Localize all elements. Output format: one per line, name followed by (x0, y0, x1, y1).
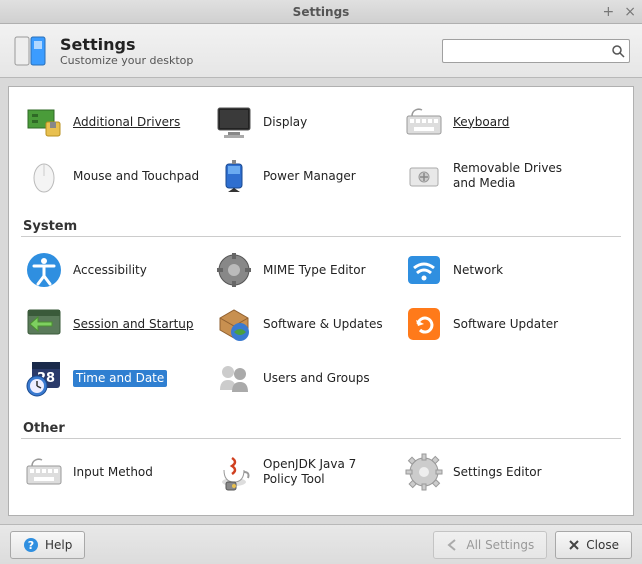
updater-icon (403, 303, 445, 345)
search-icon (611, 44, 625, 58)
settings-item-mime-type-editor[interactable]: MIME Type Editor (207, 243, 397, 297)
settings-item-label: MIME Type Editor (263, 263, 366, 278)
search-input-wrap[interactable] (442, 39, 630, 63)
close-button[interactable]: Close (555, 531, 632, 559)
help-button-label: Help (45, 538, 72, 552)
settings-app-icon (12, 32, 50, 70)
settings-item-mouse-and-touchpad[interactable]: Mouse and Touchpad (17, 149, 207, 203)
help-button[interactable]: ? Help (10, 531, 85, 559)
footer-bar: ? Help All Settings Close (0, 524, 642, 564)
settings-item-label: Software Updater (453, 317, 558, 332)
settings-item-label: Removable Drives and Media (453, 161, 581, 191)
window-title: Settings (293, 5, 350, 19)
settings-item-label: Mouse and Touchpad (73, 169, 199, 184)
settings-item-users-and-groups[interactable]: Users and Groups (207, 351, 397, 405)
settings-item-label: Network (453, 263, 503, 278)
drivers-icon (23, 101, 65, 143)
all-settings-button: All Settings (433, 531, 547, 559)
mime-icon (213, 249, 255, 291)
settings-item-label: Keyboard (453, 115, 509, 130)
settings-item-network[interactable]: Network (397, 243, 587, 297)
svg-text:?: ? (28, 539, 34, 552)
settings-item-label: Accessibility (73, 263, 147, 278)
settings-item-time-and-date[interactable]: 28 Time and Date (17, 351, 207, 405)
display-icon (213, 101, 255, 143)
settings-item-software-updater[interactable]: Software Updater (397, 297, 587, 351)
category-hardware-grid: Additional Drivers Display Keyboard Mouse a… (17, 95, 625, 203)
settings-item-label: Session and Startup (73, 317, 194, 332)
settings-item-accessibility[interactable]: Accessibility (17, 243, 207, 297)
accessibility-icon (23, 249, 65, 291)
network-icon (403, 249, 445, 291)
settings-item-display[interactable]: Display (207, 95, 397, 149)
window-minimize-icon[interactable]: + (603, 4, 615, 20)
window-close-icon[interactable]: × (624, 4, 636, 20)
settings-item-label: Time and Date (73, 370, 167, 387)
settings-item-removable-drives-and-media[interactable]: Removable Drives and Media (397, 149, 587, 203)
settings-item-label: Power Manager (263, 169, 356, 184)
page-subtitle: Customize your desktop (60, 54, 193, 67)
category-system-label: System (21, 213, 621, 237)
settings-content: Additional Drivers Display Keyboard Mouse a… (8, 86, 634, 516)
back-arrow-icon (446, 538, 460, 552)
page-title: Settings (60, 35, 193, 54)
settings-item-keyboard[interactable]: Keyboard (397, 95, 587, 149)
category-system-grid: Accessibility MIME Type Editor Network Sess… (17, 243, 625, 405)
close-button-label: Close (586, 538, 619, 552)
settings-item-label: Software & Updates (263, 317, 383, 332)
settings-item-openjdk-java-7-policy-tool[interactable]: OpenJDK Java 7 Policy Tool (207, 445, 397, 499)
settings-item-label: Settings Editor (453, 465, 542, 480)
all-settings-label: All Settings (466, 538, 534, 552)
settings-item-label: Display (263, 115, 307, 130)
settings-item-label: Input Method (73, 465, 153, 480)
keyboard-icon (23, 451, 65, 493)
settings-item-additional-drivers[interactable]: Additional Drivers (17, 95, 207, 149)
window-titlebar: Settings + × (0, 0, 642, 24)
search-input[interactable] (447, 44, 611, 58)
settings-item-input-method[interactable]: Input Method (17, 445, 207, 499)
help-icon: ? (23, 537, 39, 553)
header-bar: Settings Customize your desktop (0, 24, 642, 78)
java-icon (213, 451, 255, 493)
settings-item-label: Users and Groups (263, 371, 370, 386)
category-other-label: Other (21, 415, 621, 439)
close-icon (568, 539, 580, 551)
keyboard-icon (403, 101, 445, 143)
removable-icon (403, 155, 445, 197)
settings-item-session-and-startup[interactable]: Session and Startup (17, 297, 207, 351)
settings-item-software-updates[interactable]: Software & Updates (207, 297, 397, 351)
settings-item-settings-editor[interactable]: Settings Editor (397, 445, 587, 499)
session-icon (23, 303, 65, 345)
mouse-icon (23, 155, 65, 197)
power-icon (213, 155, 255, 197)
timedate-icon: 28 (23, 357, 65, 399)
software-icon (213, 303, 255, 345)
category-other-grid: Input Method OpenJDK Java 7 Policy Tool Se… (17, 445, 625, 499)
settings-item-power-manager[interactable]: Power Manager (207, 149, 397, 203)
settings-item-label: Additional Drivers (73, 115, 180, 130)
settings-item-label: OpenJDK Java 7 Policy Tool (263, 457, 391, 487)
users-icon (213, 357, 255, 399)
gear-icon (403, 451, 445, 493)
